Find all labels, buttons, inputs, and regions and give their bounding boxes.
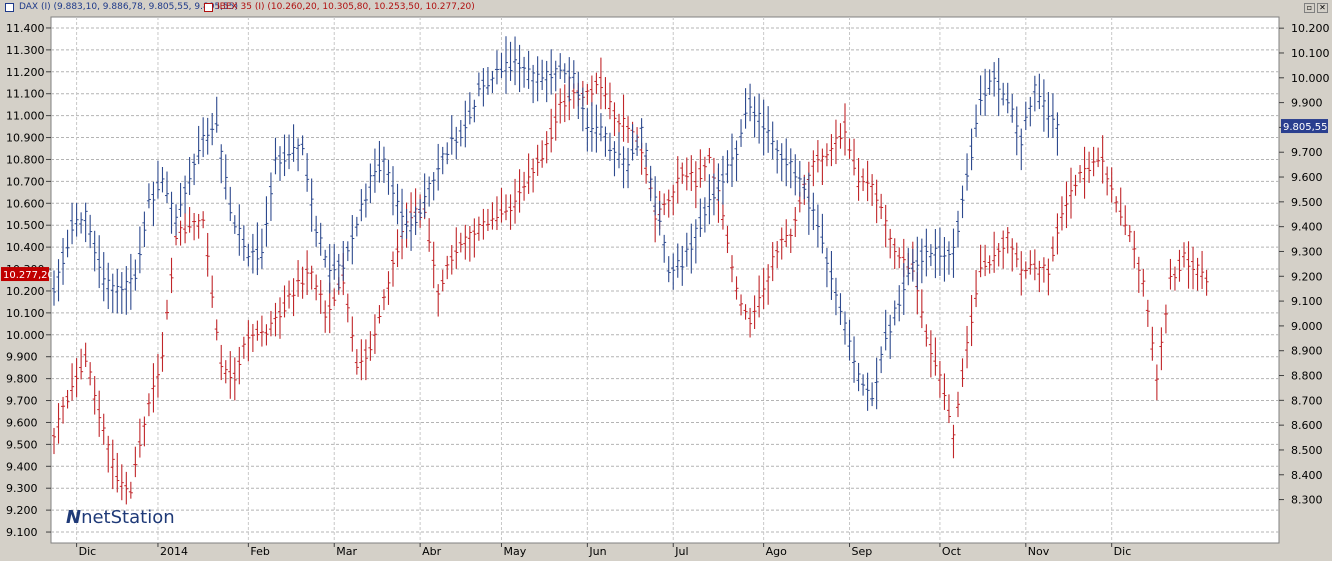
plot-area [50,16,1280,544]
right-tick-label: 10.000 [1291,72,1330,85]
x-tick-label: Mar [336,545,357,558]
left-tick-label: 10.200 [6,285,45,298]
right-tick-label: 8.700 [1291,394,1323,407]
left-tick-label: 10.600 [6,197,45,210]
left-tick-label: 9.800 [6,373,38,386]
left-tick-label: 10.000 [6,329,45,342]
left-tick-label: 11.400 [6,22,45,35]
left-tick-label: 9.200 [6,504,38,517]
x-tick-label: Dic [79,545,97,558]
x-tick-label: Nov [1028,545,1050,558]
left-tick-label: 9.600 [6,416,38,429]
left-tick-label: 11.300 [6,44,45,57]
right-tick-label: 8.300 [1291,494,1323,507]
logo-mark: N [66,507,82,528]
left-tick-label: 10.400 [6,241,45,254]
left-tick-label: 11.200 [6,66,45,79]
netstation-logo: NnetStation [66,507,175,528]
left-tick-label: 9.300 [6,482,38,495]
right-tick-label: 9.900 [1291,97,1323,110]
ibex-color-swatch [204,3,213,12]
x-tick-label: Dic [1114,545,1132,558]
right-tick-label: 9.300 [1291,245,1323,258]
left-tick-label: 11.000 [6,110,45,123]
x-tick-label: Abr [422,545,442,558]
right-tick-label: 9.400 [1291,221,1323,234]
x-tick-label: Feb [250,545,269,558]
right-tick-label: 8.600 [1291,419,1323,432]
ohlc-chart[interactable]: 9.100 9.200 9.300 9.400 9.500 9.600 9.700 9.800… [0,16,1332,561]
x-tick-label: May [503,545,526,558]
dax-color-swatch [5,3,14,12]
x-tick-label: Ago [766,545,788,558]
logo-text: netStation [81,507,175,528]
right-tick-label: 8.400 [1291,469,1323,482]
right-tick-label: 8.500 [1291,444,1323,457]
left-tick-label: 9.900 [6,351,38,364]
restore-button[interactable]: ▫ [1304,3,1315,13]
left-tick-label: 10.100 [6,307,45,320]
x-tick-label: Jun [588,545,606,558]
close-button[interactable]: ✕ [1317,3,1328,13]
right-tick-label: 10.200 [1291,22,1330,35]
x-tick-label: Oct [942,545,962,558]
x-tick-label: Sep [852,545,873,558]
left-tick-label: 10.500 [6,219,45,232]
left-tick-label: 9.500 [6,438,38,451]
left-tick-label: 11.100 [6,88,45,101]
right-tick-label: 8.800 [1291,370,1323,383]
right-tick-label: 9.200 [1291,270,1323,283]
right-tick-label: 9.100 [1291,295,1323,308]
left-tick-label: 9.100 [6,526,38,539]
right-tick-label: 8.900 [1291,345,1323,358]
right-tick-label: 9.000 [1291,320,1323,333]
left-last-value-label: 10.277,20 [3,270,54,281]
x-tick-label: 2014 [160,545,188,558]
x-tick-label: Jul [674,545,688,558]
left-tick-label: 10.800 [6,153,45,166]
left-tick-label: 10.900 [6,132,45,145]
window-titlebar: DAX (I) (9.883,10, 9.886,78, 9.805,55, 9… [0,0,1332,16]
right-tick-label: 9.500 [1291,196,1323,209]
right-last-value-label: 9.805,55 [1283,122,1328,133]
left-tick-label: 10.700 [6,175,45,188]
ibex-legend: IBEX 35 (I) (10.260,20, 10.305,80, 10.25… [217,2,475,12]
right-tick-label: 10.100 [1291,47,1330,60]
left-tick-label: 9.700 [6,395,38,408]
right-tick-label: 9.600 [1291,171,1323,184]
right-tick-label: 9.700 [1291,146,1323,159]
left-tick-label: 9.400 [6,460,38,473]
